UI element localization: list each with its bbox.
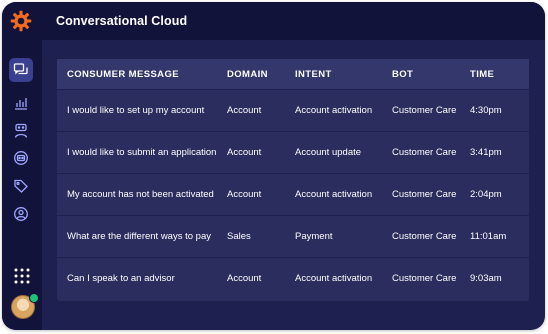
domain-cell: Sales — [227, 215, 295, 258]
online-status-dot — [29, 293, 39, 303]
column-header-time[interactable]: TIME — [470, 59, 529, 90]
domain-cell: Account — [227, 131, 295, 174]
user-circle-icon — [14, 207, 28, 221]
intent-cell: Account activation — [295, 89, 392, 132]
domain-cell: Account — [227, 89, 295, 132]
table-row[interactable]: What are the different ways to pay Sales… — [57, 215, 529, 258]
app-window: Conversational Cloud CONSUMER MESSAGE DO… — [2, 2, 545, 330]
consumer-message-cell: Can I speak to an advisor — [57, 257, 227, 299]
agent-icon — [14, 123, 28, 138]
nav-conversations[interactable] — [9, 58, 33, 82]
domain-cell: Account — [227, 257, 295, 299]
time-cell: 11:01am — [470, 215, 529, 258]
time-cell: 3:41pm — [470, 131, 529, 174]
bar-chart-icon — [15, 98, 27, 110]
time-cell: 9:03am — [470, 257, 529, 299]
table-row[interactable]: Can I speak to an advisor Account Accoun… — [57, 257, 529, 299]
orange-gear-logo-icon[interactable] — [10, 10, 32, 32]
nav-tags[interactable] — [9, 174, 33, 198]
table-row[interactable]: My account has not been activated Accoun… — [57, 173, 529, 216]
top-bar: Conversational Cloud — [2, 2, 545, 40]
time-cell: 4:30pm — [470, 89, 529, 132]
column-header-domain[interactable]: DOMAIN — [227, 59, 295, 90]
domain-cell: Account — [227, 173, 295, 216]
tag-icon — [14, 179, 28, 193]
bot-icon — [14, 151, 28, 165]
bot-cell: Customer Care — [392, 173, 470, 216]
consumer-message-cell: I would like to submit an application — [57, 131, 227, 174]
chat-bubbles-icon — [13, 63, 28, 75]
table-row[interactable]: I would like to set up my account Accoun… — [57, 89, 529, 132]
intent-cell: Payment — [295, 215, 392, 258]
column-header-consumer-message[interactable]: CONSUMER MESSAGE — [57, 59, 227, 90]
grid-dots-icon[interactable] — [13, 267, 31, 285]
time-cell: 2:04pm — [470, 173, 529, 216]
conversations-table: CONSUMER MESSAGE DOMAIN INTENT BOT TIME … — [57, 59, 529, 301]
nav-analytics[interactable] — [9, 91, 33, 115]
consumer-message-cell: I would like to set up my account — [57, 89, 227, 132]
app-title: Conversational Cloud — [56, 14, 188, 28]
nav-agents[interactable] — [9, 119, 33, 143]
nav-profile[interactable] — [9, 202, 33, 226]
bot-cell: Customer Care — [392, 215, 470, 258]
bot-cell: Customer Care — [392, 131, 470, 174]
nav-bots[interactable] — [9, 146, 33, 170]
consumer-message-cell: What are the different ways to pay — [57, 215, 227, 258]
table-header-row: CONSUMER MESSAGE DOMAIN INTENT BOT TIME — [57, 59, 529, 90]
bot-cell: Customer Care — [392, 257, 470, 299]
sidebar — [2, 40, 42, 330]
column-header-intent[interactable]: INTENT — [295, 59, 392, 90]
column-header-bot[interactable]: BOT — [392, 59, 470, 90]
intent-cell: Account activation — [295, 173, 392, 216]
consumer-message-cell: My account has not been activated — [57, 173, 227, 216]
table-row[interactable]: I would like to submit an application Ac… — [57, 131, 529, 174]
bot-cell: Customer Care — [392, 89, 470, 132]
intent-cell: Account update — [295, 131, 392, 174]
intent-cell: Account activation — [295, 257, 392, 299]
